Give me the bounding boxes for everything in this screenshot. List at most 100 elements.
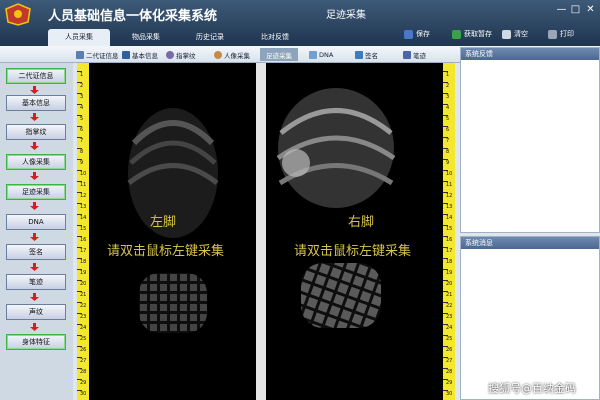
- tab-history[interactable]: 历史记录: [180, 29, 240, 46]
- fingerprint-icon: [166, 50, 174, 59]
- clear-icon: [502, 29, 511, 39]
- save-button[interactable]: 保存: [404, 27, 430, 41]
- ruler-number: 23: [446, 314, 453, 320]
- nav-footprint[interactable]: 足迹采集: [6, 184, 66, 200]
- ruler-number: 30: [80, 391, 87, 397]
- system-message-title: 系统消息: [461, 237, 599, 249]
- ruler-number: 18: [446, 259, 453, 265]
- sub-tab-id-card[interactable]: 二代证信息: [76, 48, 119, 61]
- right-foot-image: [276, 88, 396, 328]
- ruler-number: 23: [80, 314, 87, 320]
- fetch-pause-button[interactable]: 获取暂存: [452, 27, 492, 41]
- nav-basic-info[interactable]: 基本信息: [6, 95, 66, 111]
- ruler-number: 5: [80, 116, 84, 122]
- print-button[interactable]: 打印: [548, 27, 574, 41]
- ruler-number: 13: [80, 204, 87, 210]
- nav-dna[interactable]: DNA: [6, 214, 66, 230]
- ruler-number: 25: [446, 336, 453, 342]
- nav-body-features[interactable]: 身体特征: [6, 334, 66, 350]
- ruler-number: 6: [80, 127, 84, 133]
- ruler-number: 27: [80, 358, 87, 364]
- tab-compare-feedback[interactable]: 比对反馈: [245, 29, 305, 46]
- sub-tab-basic-info[interactable]: 基本信息: [122, 48, 158, 61]
- sub-tab-footprint[interactable]: 足迹采集: [260, 48, 298, 61]
- sub-tab-handwriting[interactable]: 笔迹: [403, 48, 426, 61]
- arrow-down-icon: [30, 293, 39, 301]
- ruler-number: 17: [446, 248, 453, 254]
- ruler-number: 26: [80, 347, 87, 353]
- ruler-number: 25: [80, 336, 87, 342]
- right-capture-prompt: 请双击鼠标左键采集: [294, 244, 412, 259]
- ruler-number: 5: [446, 116, 450, 122]
- arrow-down-icon: [30, 142, 39, 150]
- ruler-number: 3: [80, 94, 84, 100]
- close-icon[interactable]: ✕: [583, 3, 598, 16]
- ruler-number: 19: [80, 270, 87, 276]
- ruler-number: 2: [446, 83, 450, 89]
- nav-portrait[interactable]: 人像采集: [6, 154, 66, 170]
- nav-fingerprint[interactable]: 指掌纹: [6, 124, 66, 140]
- left-capture-prompt: 请双击鼠标左键采集: [107, 244, 225, 259]
- system-feedback-title: 系统反馈: [461, 48, 599, 60]
- arrow-down-icon: [30, 172, 39, 180]
- ruler-number: 10: [446, 171, 453, 177]
- ruler-number: 7: [80, 138, 84, 144]
- ruler-number: 22: [80, 303, 87, 309]
- fetch-icon: [452, 29, 461, 39]
- ruler-number: 27: [446, 358, 453, 364]
- ruler-number: 21: [446, 292, 453, 298]
- ruler-number: 8: [446, 149, 450, 155]
- ruler-number: 11: [446, 182, 453, 188]
- ruler-number: 11: [80, 182, 87, 188]
- nav-handwriting[interactable]: 笔迹: [6, 274, 66, 290]
- ruler-number: 12: [80, 193, 87, 199]
- nav-signature[interactable]: 签名: [6, 244, 66, 260]
- ruler-number: 28: [80, 369, 87, 375]
- ruler-number: 14: [446, 215, 453, 221]
- ruler-number: 7: [446, 138, 450, 144]
- ruler-number: 24: [80, 325, 87, 331]
- left-foot-image: [127, 108, 219, 333]
- ruler-number: 29: [80, 380, 87, 386]
- window-center-title: 足迹采集: [326, 10, 366, 21]
- arrow-down-icon: [30, 202, 39, 210]
- maximize-icon[interactable]: □: [568, 3, 583, 16]
- tab-person-capture[interactable]: 人员采集: [48, 29, 110, 46]
- system-feedback-panel: 系统反馈: [460, 47, 600, 233]
- pane-divider: [256, 63, 266, 400]
- handwriting-icon: [403, 50, 411, 59]
- left-foot-capture-area[interactable]: 左脚 请双击鼠标左键采集: [89, 63, 256, 400]
- ruler-number: 9: [446, 160, 450, 166]
- info-icon: [122, 50, 130, 59]
- arrow-down-icon: [30, 263, 39, 271]
- ruler-number: 17: [80, 248, 87, 254]
- ruler-number: 30: [446, 391, 453, 397]
- arrow-down-icon: [30, 113, 39, 121]
- app-logo-icon: [5, 3, 31, 26]
- id-card-icon: [76, 50, 84, 59]
- ruler-number: 3: [446, 94, 450, 100]
- sub-tab-fingerprint[interactable]: 指掌纹: [166, 48, 196, 61]
- tab-item-capture[interactable]: 物品采集: [118, 29, 174, 46]
- title-bar: 人员基础信息一体化采集系统 足迹采集 — □ ✕ 人员采集 物品采集 历史记录 …: [0, 0, 600, 46]
- ruler-number: 14: [80, 215, 87, 221]
- right-foot-capture-area[interactable]: 右脚 请双击鼠标左键采集: [266, 63, 443, 400]
- ruler-number: 6: [446, 127, 450, 133]
- ruler-number: 1: [80, 72, 84, 78]
- arrow-down-icon: [30, 86, 39, 94]
- clear-button[interactable]: 清空: [502, 27, 528, 41]
- minimize-icon[interactable]: —: [554, 3, 569, 16]
- sub-tab-signature[interactable]: 签名: [355, 48, 378, 61]
- ruler-number: 20: [80, 281, 87, 287]
- ruler-number: 29: [446, 380, 453, 386]
- sub-tab-portrait[interactable]: 人像采集: [214, 48, 250, 61]
- dna-icon: [309, 50, 317, 59]
- nav-voiceprint[interactable]: 声纹: [6, 304, 66, 320]
- ruler-number: 19: [446, 270, 453, 276]
- nav-id-card[interactable]: 二代证信息: [6, 68, 66, 84]
- ruler-number: 12: [446, 193, 453, 199]
- person-icon: [214, 50, 222, 59]
- ruler-number: 20: [446, 281, 453, 287]
- print-icon: [548, 29, 557, 39]
- sub-tab-dna[interactable]: DNA: [309, 48, 333, 61]
